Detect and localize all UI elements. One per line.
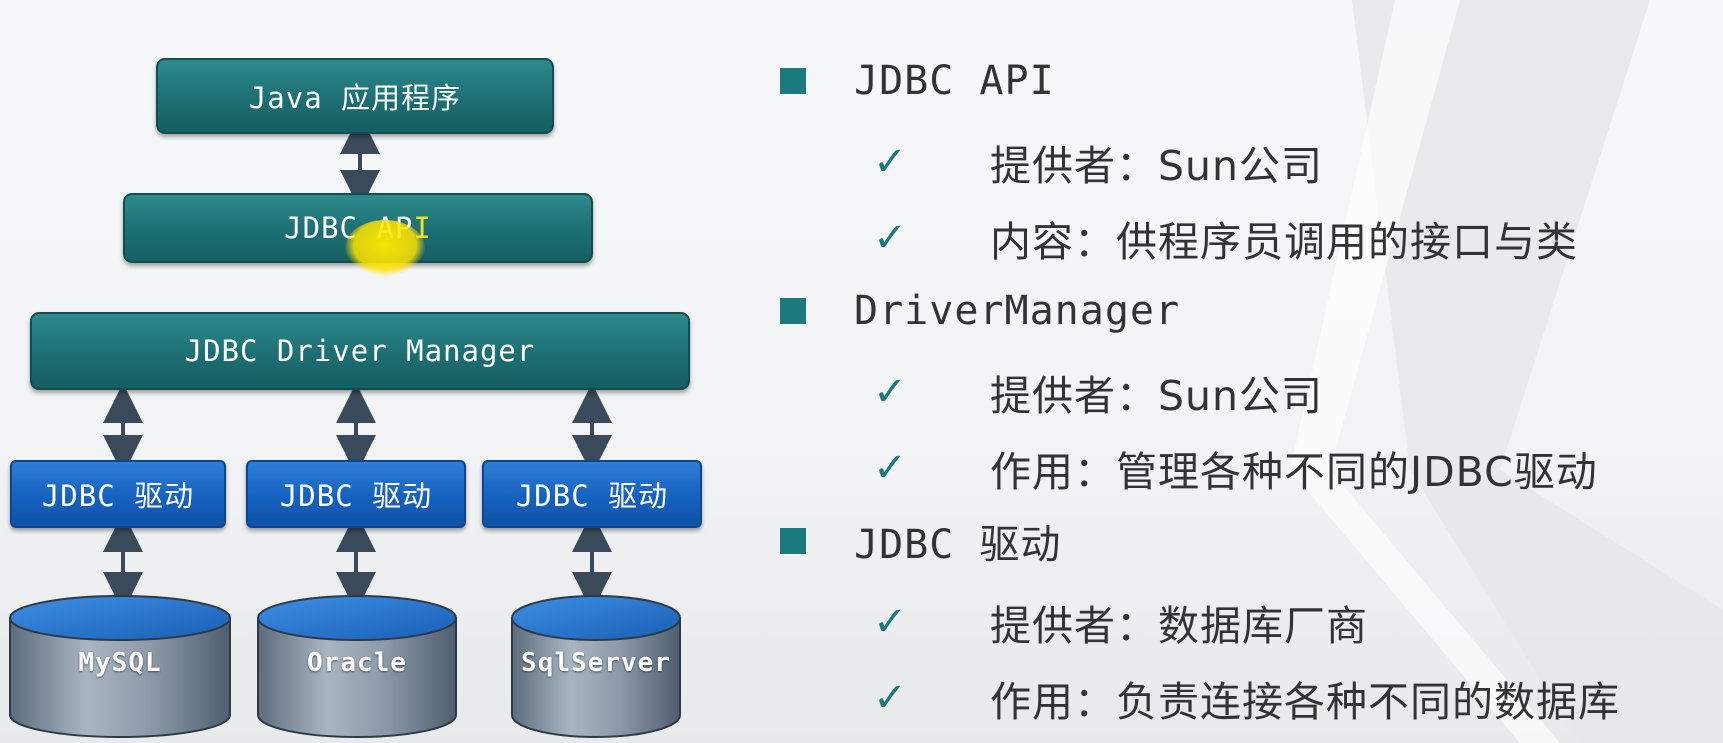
list-item: ✓ 提供者：Sun公司 xyxy=(870,364,1323,420)
database-label-mysql: MySQL xyxy=(78,648,162,678)
check-icon: ✓ xyxy=(873,215,907,261)
list-item-text: 内容：供程序员调用的接口与类 xyxy=(990,218,1578,266)
database-label-sqlserver: SqlServer xyxy=(521,648,671,678)
check-icon: ✓ xyxy=(873,139,907,185)
list-item-text: 作用：管理各种不同的JDBC驱动 xyxy=(990,448,1598,496)
slide: Java 应用程序 JDBC API JDBC Driver Manager J… xyxy=(0,0,1723,743)
list-item: ✓ 作用：负责连接各种不同的数据库 xyxy=(870,670,1620,726)
jdbc-driver-manager-label: JDBC Driver Manager xyxy=(184,334,536,368)
jdbc-driver-box-1: JDBC 驱动 xyxy=(10,460,226,528)
section-heading-jdbc-driver: JDBC 驱动 xyxy=(780,516,1061,568)
section-heading-text: JDBC 驱动 xyxy=(854,522,1062,568)
list-item-text: 提供者：数据库厂商 xyxy=(990,602,1368,650)
jdbc-driver-manager-box: JDBC Driver Manager xyxy=(30,312,690,390)
section-heading-driver-manager: DriverManager xyxy=(780,286,1180,336)
list-item: ✓ 内容：供程序员调用的接口与类 xyxy=(870,210,1578,266)
check-icon: ✓ xyxy=(873,445,907,491)
database-label-oracle: Oracle xyxy=(307,648,407,678)
section-heading-text: JDBC API xyxy=(854,58,1055,104)
list-item-text: 作用：负责连接各种不同的数据库 xyxy=(990,678,1620,726)
square-bullet-icon xyxy=(780,68,806,94)
java-app-box: Java 应用程序 xyxy=(156,58,554,134)
check-icon: ✓ xyxy=(873,599,907,645)
list-item: ✓ 作用：管理各种不同的JDBC驱动 xyxy=(870,440,1598,496)
list-item-text: 提供者：Sun公司 xyxy=(990,142,1323,190)
jdbc-driver-label-3: JDBC 驱动 xyxy=(515,479,669,513)
jdbc-driver-label-1: JDBC 驱动 xyxy=(41,479,195,513)
section-heading-text: DriverManager xyxy=(854,288,1181,334)
java-app-label: Java 应用程序 xyxy=(248,81,462,115)
check-icon: ✓ xyxy=(873,369,907,415)
cursor-highlight xyxy=(345,220,425,276)
list-item-text: 提供者：Sun公司 xyxy=(990,372,1323,420)
square-bullet-icon xyxy=(780,298,806,324)
list-item: ✓ 提供者：数据库厂商 xyxy=(870,594,1368,650)
jdbc-driver-label-2: JDBC 驱动 xyxy=(279,479,433,513)
jdbc-driver-box-2: JDBC 驱动 xyxy=(246,460,466,528)
check-icon: ✓ xyxy=(873,675,907,721)
section-heading-jdbc-api: JDBC API xyxy=(780,56,1055,106)
jdbc-driver-box-3: JDBC 驱动 xyxy=(482,460,702,528)
square-bullet-icon xyxy=(780,528,806,554)
list-item: ✓ 提供者：Sun公司 xyxy=(870,134,1323,190)
